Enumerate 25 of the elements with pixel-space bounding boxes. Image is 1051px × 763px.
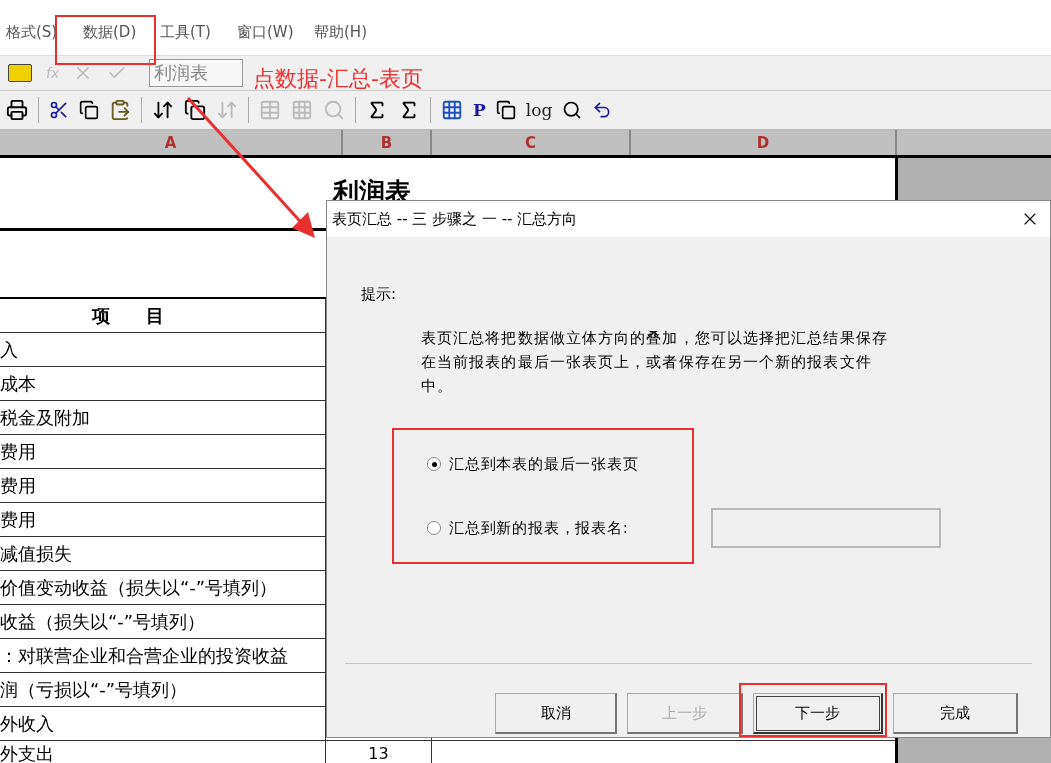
menu-item[interactable]: 帮助(H) [314, 23, 391, 42]
prompt-label: 提示: [361, 285, 398, 304]
pages-icon[interactable] [184, 99, 206, 121]
log-button[interactable]: log [525, 100, 553, 120]
p-button[interactable]: P [473, 100, 486, 120]
print-icon[interactable] [6, 99, 28, 121]
sort-icon[interactable] [152, 99, 174, 121]
description-text: 表页汇总将把数据做立体方向的叠加，您可以选择把汇总结果保存在当前报表的最后一张表页上，或者保存在另一个新的报表文件中。 [421, 328, 889, 397]
radio-option[interactable]: 汇总到新的报表，报表名: [427, 518, 629, 538]
dialog-title: 表页汇总 -- 三 步骤之 一 -- 汇总方向 [332, 209, 578, 229]
page-icon[interactable] [495, 100, 516, 120]
menu-item[interactable]: 数据(D) [83, 23, 160, 42]
radio-option[interactable]: 汇总到本表的最后一张表页 [427, 454, 639, 474]
annotation-text: 点数据-汇总-表页 [253, 65, 423, 93]
paste-icon[interactable] [109, 99, 131, 121]
dialog-button[interactable]: 下一步 [753, 693, 883, 734]
copy-icon[interactable] [79, 100, 99, 120]
menu-item[interactable]: 窗口(W) [237, 23, 314, 42]
dialog-button[interactable]: 取消 [495, 693, 617, 734]
dialog-button[interactable]: 完成 [893, 693, 1018, 734]
cut-icon[interactable] [49, 100, 69, 120]
menu-item[interactable]: 工具(T) [160, 23, 237, 42]
calculator-icon[interactable] [8, 64, 32, 82]
table-cell: 13 [326, 741, 432, 763]
table-cell: 外支出 [0, 741, 326, 763]
